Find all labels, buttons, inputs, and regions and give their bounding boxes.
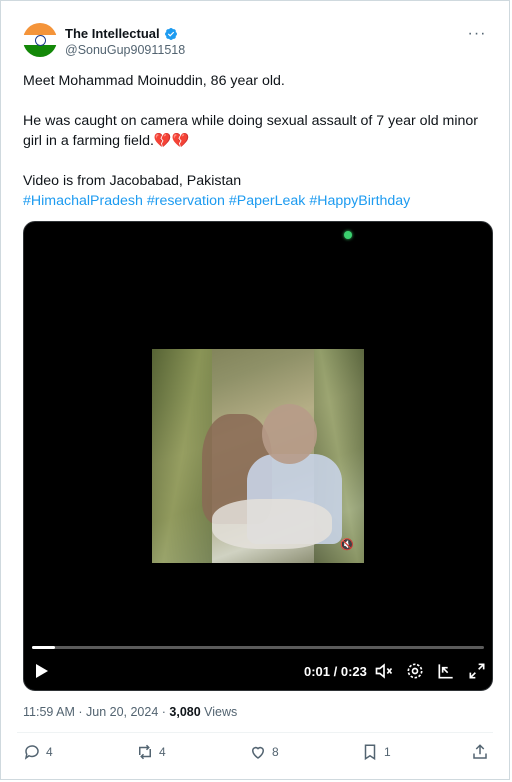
divider: [17, 732, 493, 733]
fullscreen-icon[interactable]: [467, 661, 487, 681]
tweet-text: Meet Mohammad Moinuddin, 86 year old. He…: [23, 71, 493, 211]
action-bar: 4 4 8 1: [23, 743, 487, 767]
avatar[interactable]: [23, 23, 57, 57]
like-button[interactable]: 8: [249, 743, 279, 761]
share-button[interactable]: [471, 743, 489, 761]
broken-heart-emoji: 💔💔: [153, 133, 190, 149]
reply-count: 4: [46, 745, 53, 759]
play-icon[interactable]: [36, 664, 48, 678]
live-indicator-dot: [344, 231, 352, 239]
user-handle[interactable]: @SonuGup90911518: [65, 43, 185, 57]
reply-button[interactable]: 4: [23, 743, 53, 761]
tweet-date[interactable]: Jun 20, 2024: [86, 705, 158, 719]
tweet-time[interactable]: 11:59 AM: [23, 705, 75, 719]
volume-muted-icon[interactable]: [374, 661, 394, 681]
video-controls: 0:01 / 0:23: [24, 658, 492, 686]
tweet-meta: 11:59 AM · Jun 20, 2024 · 3,080 Views: [23, 705, 238, 719]
share-icon: [473, 744, 487, 759]
hashtag-link[interactable]: #HimachalPradesh: [23, 193, 143, 209]
picture-in-picture-icon[interactable]: [436, 661, 456, 681]
more-options-icon[interactable]: ···: [465, 25, 489, 45]
video-player[interactable]: 🔇 0:01 / 0:23: [23, 221, 493, 691]
tweet-header: The Intellectual @SonuGup90911518 ···: [23, 23, 493, 67]
video-progress-bar[interactable]: [32, 646, 484, 649]
bookmark-count: 1: [384, 745, 391, 759]
bookmark-button[interactable]: 1: [361, 743, 391, 761]
display-name[interactable]: The Intellectual: [65, 26, 160, 41]
tweet-line-3: Video is from Jacobabad, Pakistan: [23, 173, 242, 189]
settings-gear-icon[interactable]: [405, 661, 425, 681]
views-count: 3,080: [169, 705, 201, 719]
video-time: 0:01 / 0:23: [304, 664, 367, 679]
repost-button[interactable]: 4: [136, 743, 166, 761]
video-progress-fill: [32, 646, 55, 649]
frame-mute-icon: 🔇: [340, 539, 354, 551]
bookmark-icon: [364, 744, 376, 761]
video-frame[interactable]: 🔇: [152, 349, 364, 563]
hashtag-link[interactable]: #PaperLeak: [229, 193, 306, 209]
tweet-line-2: He was caught on camera while doing sexu…: [23, 113, 479, 149]
hashtag-link[interactable]: #reservation: [147, 193, 225, 209]
tweet-card: The Intellectual @SonuGup90911518 ··· Me…: [0, 0, 510, 780]
heart-icon: [251, 746, 265, 759]
like-count: 8: [272, 745, 279, 759]
chakra-icon: [35, 34, 46, 46]
repost-icon: [139, 744, 151, 760]
hashtag-link[interactable]: #HappyBirthday: [309, 193, 410, 209]
reply-icon: [24, 745, 39, 760]
verified-badge-icon: [164, 27, 177, 40]
tweet-line-1: Meet Mohammad Moinuddin, 86 year old.: [23, 73, 285, 89]
repost-count: 4: [159, 745, 166, 759]
hashtags: #HimachalPradesh #reservation #PaperLeak…: [23, 191, 493, 211]
name-row[interactable]: The Intellectual: [65, 26, 178, 41]
views-label: Views: [200, 705, 238, 719]
